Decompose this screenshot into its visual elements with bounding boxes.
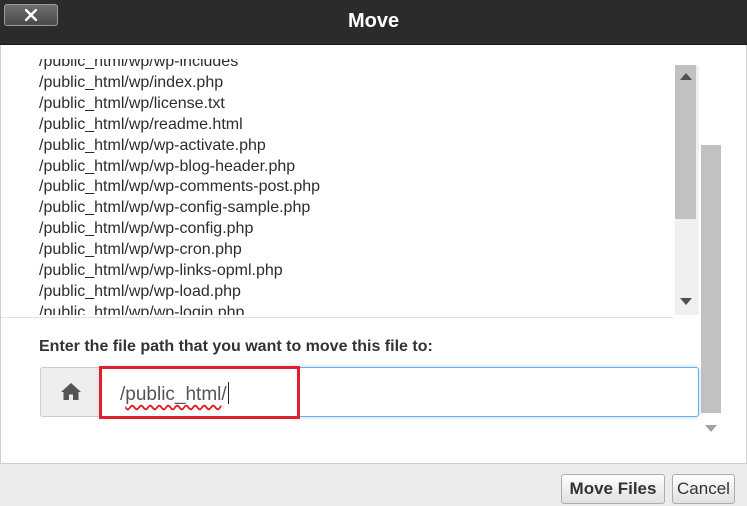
file-list-item: /public_html/wp/readme.html	[39, 115, 243, 133]
file-list-item: /public_html/wp/index.php	[39, 73, 224, 91]
dialog-title: Move	[347, 10, 400, 32]
file-list-item: /public_html/wp/wp-includes	[39, 59, 239, 70]
file-list-item: /public_html/wp/wp-config.php	[39, 220, 254, 238]
divider	[1, 317, 673, 318]
file-list-item: /public_html/wp/wp-activate.php	[39, 136, 266, 154]
destination-label: Enter the file path that you want to mov…	[39, 338, 433, 355]
file-list-item: /public_html/wp/wp-comments-post.php	[39, 178, 321, 196]
dialog-footer: Move Files Cancel	[0, 463, 747, 506]
cancel-button[interactable]: Cancel	[672, 474, 735, 504]
file-list-item: /public_html/wp/wp-load.php	[39, 282, 241, 300]
scroll-up-arrow-icon[interactable]	[680, 73, 692, 80]
home-addon	[40, 367, 100, 417]
dialog-titlebar: Move	[0, 0, 747, 45]
file-list-scroll-thumb[interactable]	[675, 65, 696, 219]
file-list-scrollbar[interactable]	[675, 65, 699, 315]
file-list-item: /public_html/wp/wp-cron.php	[39, 241, 242, 259]
file-list: /public_html/wp/wp-includes/public_html/…	[39, 59, 669, 315]
dialog-body: /public_html/wp/wp-includes/public_html/…	[0, 45, 747, 463]
file-list-item: /public_html/wp/wp-login.php	[39, 303, 245, 315]
move-files-button[interactable]: Move Files	[561, 474, 665, 504]
dialog-scrollbar[interactable]	[701, 145, 723, 441]
home-icon	[61, 383, 81, 400]
dialog-scroll-thumb[interactable]	[701, 145, 721, 413]
file-list-item: /public_html/wp/wp-blog-header.php	[39, 157, 296, 175]
highlight-annotation-box	[99, 366, 300, 419]
file-list-item: /public_html/wp/wp-config-sample.php	[39, 199, 311, 217]
file-list-item: /public_html/wp/wp-links-opml.php	[39, 262, 283, 280]
file-list-item: /public_html/wp/license.txt	[39, 94, 225, 112]
dialog-scroll-down-arrow-icon[interactable]	[705, 425, 717, 432]
scroll-down-arrow-icon[interactable]	[680, 298, 692, 305]
